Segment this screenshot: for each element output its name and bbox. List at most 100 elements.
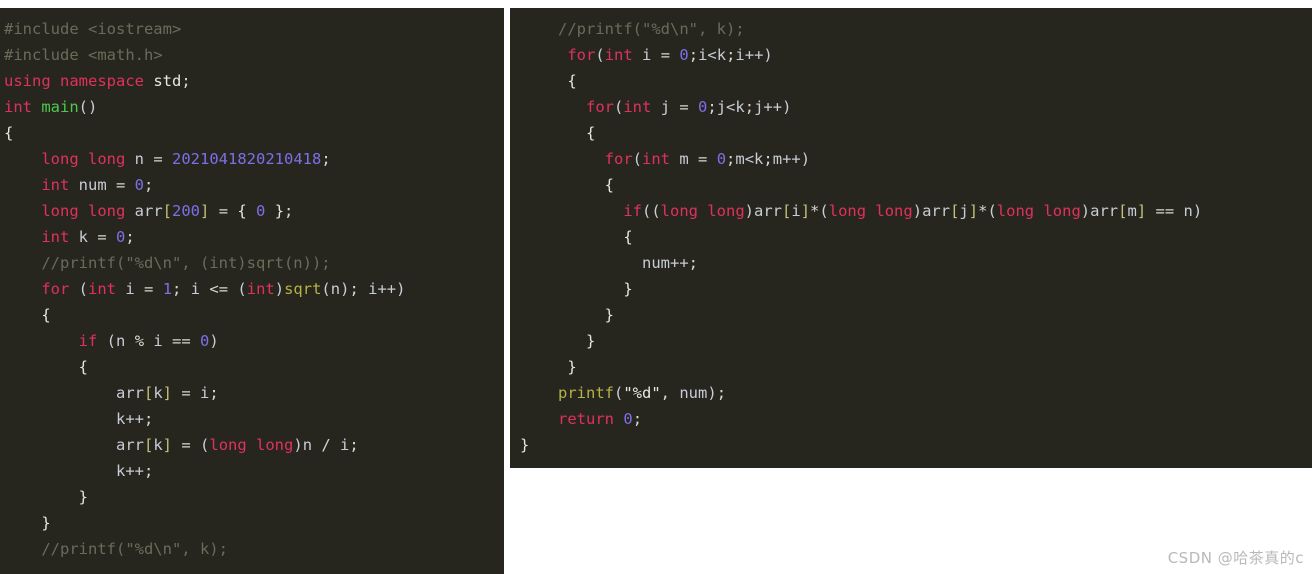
- code-token: =: [172, 384, 201, 402]
- code-token: arr: [1090, 202, 1119, 220]
- code-pane-left[interactable]: #include <iostream> #include <math.h> usin…: [0, 8, 504, 574]
- code-token: (: [819, 202, 829, 220]
- code-token: /: [312, 436, 341, 454]
- code-token: k++: [115, 462, 144, 480]
- code-token: j: [660, 98, 671, 116]
- code-token: ;: [707, 98, 717, 116]
- code-token: ]: [162, 384, 173, 402]
- code-token: ==: [162, 332, 201, 350]
- code-token: sqrt: [284, 280, 322, 298]
- code-token: }: [520, 436, 530, 454]
- code-token: for: [586, 98, 614, 116]
- code-token: long long: [41, 202, 126, 220]
- code-line: int k = 0;: [0, 224, 504, 250]
- code-line: //printf("%d\n", k);: [0, 536, 504, 562]
- code-line: {: [0, 354, 504, 380]
- code-token: arr: [115, 436, 144, 454]
- code-token: 0: [200, 332, 210, 350]
- code-line: for(int m = 0;m<k;m++): [510, 146, 1312, 172]
- code-token: //printf("%d\n", (int)sqrt(n));: [4, 254, 331, 272]
- code-token: 0: [623, 410, 633, 428]
- code-token: n: [330, 280, 341, 298]
- code-token: [: [162, 202, 173, 220]
- code-token: if: [623, 202, 642, 220]
- code-token: ;: [143, 410, 154, 428]
- code-token: num: [78, 176, 107, 194]
- code-token: arr: [754, 202, 783, 220]
- code-pane-right[interactable]: //printf("%d\n", k); for(int i = 0;i<k;i…: [510, 8, 1312, 468]
- code-token: "%d": [623, 384, 661, 402]
- code-line: for(int i = 0;i<k;i++): [510, 42, 1312, 68]
- code-token: {: [623, 228, 633, 246]
- code-token: i: [153, 332, 163, 350]
- code-token: int: [604, 46, 633, 64]
- code-token: long long: [41, 150, 126, 168]
- code-token: i: [340, 436, 350, 454]
- code-token: n: [302, 436, 313, 454]
- code-token: //printf("%d\n", k);: [558, 20, 745, 38]
- code-line: k++;: [0, 406, 504, 432]
- code-token: j++: [754, 98, 783, 116]
- code-line: int num = 0;: [0, 172, 504, 198]
- code-line: {: [510, 120, 1312, 146]
- code-token: 2021041820210418: [172, 150, 322, 168]
- code-token: i: [200, 384, 210, 402]
- code-token: ;: [744, 98, 755, 116]
- code-token: n: [1183, 202, 1193, 220]
- code-token: ,: [660, 384, 680, 402]
- code-token: }: [604, 306, 615, 324]
- code-token: int: [623, 98, 652, 116]
- code-token: =: [106, 176, 135, 194]
- code-token: ): [800, 150, 811, 168]
- code-token: ]: [162, 436, 173, 454]
- code-token: for: [567, 46, 596, 64]
- code-token: ;: [726, 46, 736, 64]
- code-line: long long arr[200] = { 0 };: [0, 198, 504, 224]
- code-token: (: [200, 436, 210, 454]
- code-token: ): [274, 280, 285, 298]
- csdn-watermark: CSDN @哈茶真的c: [1167, 549, 1304, 567]
- code-token: (: [595, 46, 605, 64]
- code-token: ;: [321, 150, 331, 168]
- code-token: for: [41, 280, 70, 298]
- code-token: }: [586, 332, 596, 350]
- code-token: ): [209, 332, 219, 350]
- code-token: long long: [209, 436, 294, 454]
- code-token: =: [670, 98, 699, 116]
- code-token: int: [88, 280, 117, 298]
- code-line: k++;: [0, 458, 504, 484]
- code-token: {: [237, 202, 257, 220]
- code-token: ;: [181, 72, 191, 90]
- code-line: }: [510, 276, 1312, 302]
- code-token: m: [679, 150, 689, 168]
- code-token: return: [558, 410, 614, 428]
- code-token: m: [1127, 202, 1137, 220]
- code-token: k: [78, 228, 89, 246]
- code-line: {: [0, 302, 504, 328]
- code-token: {: [41, 306, 51, 324]
- code-line: #include <iostream>: [0, 16, 504, 42]
- code-token: ;: [209, 384, 219, 402]
- code-line: }: [510, 432, 1312, 458]
- code-token: ]: [1136, 202, 1147, 220]
- code-token: 1: [162, 280, 173, 298]
- code-token: ;: [125, 228, 135, 246]
